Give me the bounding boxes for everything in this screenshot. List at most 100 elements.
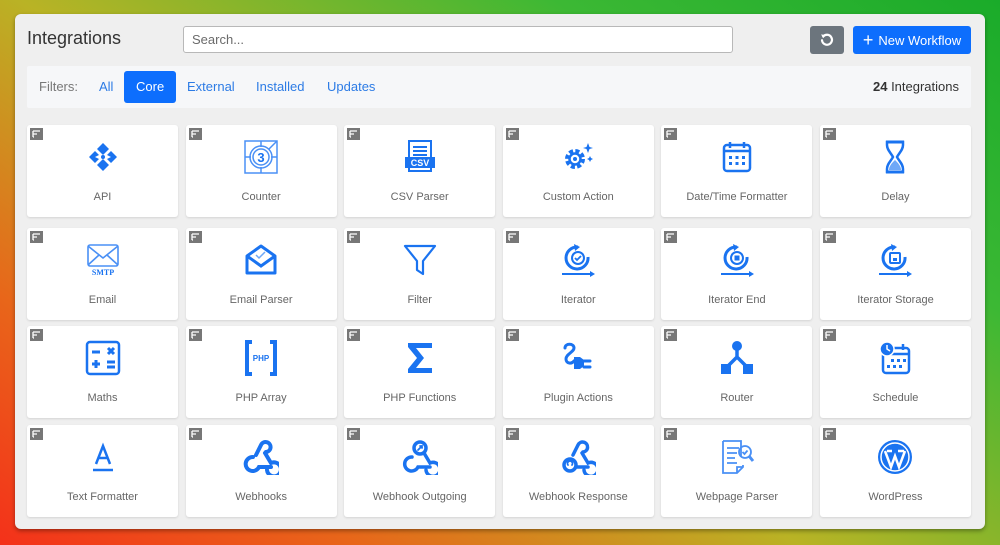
integration-name: WordPress	[868, 491, 923, 503]
new-workflow-button[interactable]: + New Workflow	[853, 26, 971, 54]
iterator-check-icon	[562, 244, 596, 277]
integration-name: Email	[88, 294, 117, 306]
webhook-response-icon	[562, 440, 597, 475]
core-badge-icon	[664, 329, 678, 341]
api-icon	[88, 143, 117, 171]
core-badge-icon	[30, 428, 43, 440]
integration-name: Email Parser	[229, 294, 293, 306]
integrations-panel: Integrations + New Workflow Filters: All…	[15, 14, 985, 529]
integration-card-plugin-actions[interactable]: Plugin Actions	[502, 326, 654, 418]
core-badge-icon	[188, 329, 202, 341]
integration-card-php-array[interactable]: PHP PHP Array	[185, 326, 337, 418]
integration-card-router[interactable]: Router	[661, 326, 813, 418]
csv-icon: CSV	[404, 140, 435, 172]
new-workflow-label: New Workflow	[878, 32, 962, 48]
integration-name: PHP Functions	[383, 392, 457, 404]
integration-card-wordpress[interactable]: WordPress	[819, 425, 971, 517]
refresh-button[interactable]	[810, 26, 844, 54]
count-number: 24	[872, 79, 888, 94]
integration-card-email-parser[interactable]: Email Parser	[185, 228, 337, 320]
integration-card-webhooks[interactable]: Webhooks	[185, 425, 337, 517]
filter-updates[interactable]: Updates	[315, 71, 387, 103]
core-badge-icon	[347, 428, 361, 440]
integration-card-api[interactable]: API	[27, 125, 178, 217]
core-badge-icon	[822, 329, 836, 341]
integration-name: Delay	[881, 191, 910, 203]
integration-name: Custom Action	[542, 191, 614, 203]
webhook-icon	[243, 440, 280, 475]
integration-grid: API 3 Counter CSV CSV Parser Custom Action Dat…	[27, 125, 971, 517]
filter-bar: Filters: All Core External Installed Upd…	[27, 66, 971, 108]
svg-text:3: 3	[257, 150, 264, 165]
svg-text:PHP: PHP	[253, 354, 270, 363]
core-badge-icon	[30, 128, 43, 140]
svg-text:SMTP: SMTP	[91, 268, 113, 277]
integration-card-email[interactable]: SMTP Email	[27, 228, 178, 320]
svg-text:CSV: CSV	[410, 158, 429, 168]
plug-icon	[563, 342, 592, 369]
integration-card-iterator-storage[interactable]: Iterator Storage	[819, 228, 971, 320]
core-badge-icon	[188, 231, 202, 243]
core-badge-icon	[347, 329, 361, 341]
integration-name: Webpage Parser	[695, 491, 779, 503]
core-badge-icon	[822, 231, 836, 243]
core-badge-icon	[822, 128, 836, 140]
integration-name: Maths	[87, 392, 118, 404]
iterator-stop-icon	[720, 244, 754, 277]
integration-card-custom-action[interactable]: Custom Action	[502, 125, 654, 217]
smtp-envelope-icon: SMTP	[86, 244, 119, 277]
hourglass-icon	[886, 140, 905, 174]
open-envelope-icon	[245, 244, 277, 275]
integration-name: PHP Array	[235, 392, 287, 404]
integration-name: Iterator End	[708, 294, 766, 306]
php-brackets-icon: PHP	[245, 340, 278, 376]
integration-card-maths[interactable]: Maths	[27, 326, 178, 418]
refresh-icon	[820, 33, 834, 46]
integration-card-iterator-end[interactable]: Iterator End	[661, 228, 813, 320]
integration-card-counter[interactable]: 3 Counter	[185, 125, 337, 217]
integration-card-date-time-formatter[interactable]: Date/Time Formatter	[661, 125, 813, 217]
integration-card-php-functions[interactable]: PHP Functions	[344, 326, 496, 418]
integration-card-csv-parser[interactable]: CSV CSV Parser	[344, 125, 496, 217]
core-badge-icon	[505, 128, 519, 140]
integration-name: Webhook Response	[528, 491, 628, 503]
filter-installed[interactable]: Installed	[244, 71, 316, 103]
sigma-icon	[407, 343, 432, 373]
core-badge-icon	[505, 231, 519, 243]
core-badge-icon	[30, 231, 43, 243]
core-badge-icon	[188, 428, 202, 440]
integration-card-webhook-response[interactable]: Webhook Response	[502, 425, 654, 517]
integration-card-iterator[interactable]: Iterator	[502, 228, 654, 320]
search-input[interactable]	[183, 26, 733, 53]
core-badge-icon	[30, 329, 43, 341]
integration-name: Router	[720, 392, 754, 404]
count-label: Integrations	[891, 79, 959, 94]
integration-name: Text Formatter	[67, 491, 138, 503]
webhook-outgoing-icon	[402, 440, 438, 475]
gear-sparkle-icon	[565, 143, 594, 169]
integration-card-text-formatter[interactable]: Text Formatter	[27, 425, 178, 517]
calculator-icon	[85, 340, 120, 376]
integration-name: Counter	[241, 191, 281, 203]
integration-name: Iterator Storage	[857, 294, 934, 306]
integration-card-delay[interactable]: Delay	[819, 125, 971, 217]
integration-card-webhook-outgoing[interactable]: Webhook Outgoing	[344, 425, 496, 517]
document-search-icon	[721, 440, 755, 474]
integration-card-webpage-parser[interactable]: Webpage Parser	[661, 425, 813, 517]
core-badge-icon	[664, 128, 678, 140]
router-icon	[720, 341, 753, 374]
integration-name: Webhook Outgoing	[372, 491, 467, 503]
filter-external[interactable]: External	[175, 71, 247, 103]
integration-name: Plugin Actions	[543, 392, 613, 404]
core-badge-icon	[822, 428, 836, 440]
filter-all[interactable]: All	[87, 71, 125, 103]
core-badge-icon	[664, 428, 678, 440]
integration-card-filter[interactable]: Filter	[344, 228, 496, 320]
filter-core[interactable]: Core	[124, 71, 177, 103]
funnel-icon	[403, 244, 436, 276]
plus-icon: +	[862, 30, 874, 50]
text-format-icon	[92, 442, 113, 472]
integration-card-schedule[interactable]: Schedule	[819, 326, 971, 418]
counter-icon: 3	[244, 140, 278, 174]
integration-name: Schedule	[872, 392, 919, 404]
